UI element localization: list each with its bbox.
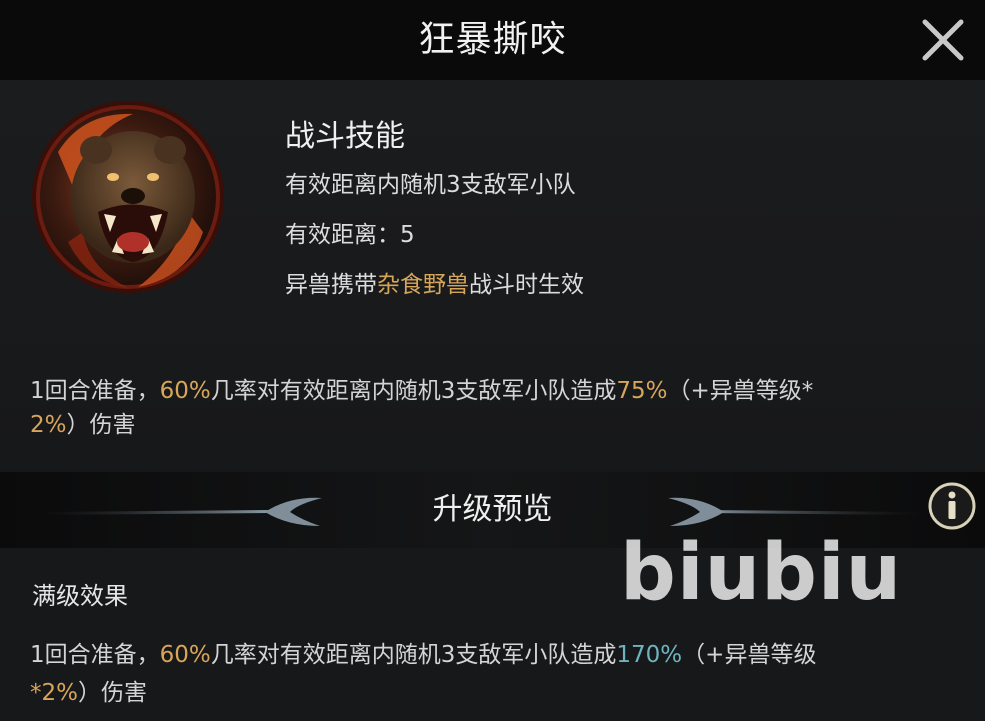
max-effect-damage: 170%: [616, 642, 683, 668]
effect-damage: 75%: [616, 378, 668, 404]
effect-chance: 60%: [159, 378, 211, 404]
bear-icon: [32, 101, 224, 293]
max-level-label: 满级效果: [32, 582, 128, 610]
skill-target: 有效距离内随机3支敌军小队: [285, 172, 576, 198]
effect-text: （+异兽等级: [682, 642, 817, 668]
max-effect-text: 1回合准备，60%几率对有效距离内随机3支敌军小队造成170%（+异兽等级 *2%…: [30, 636, 965, 712]
max-effect-chance: 60%: [159, 642, 211, 668]
effect-text: 1回合准备，: [30, 642, 160, 668]
condition-highlight: 杂食野兽: [377, 272, 469, 298]
condition-suffix: 战斗时生效: [469, 272, 584, 298]
watermark: biubiu: [620, 528, 903, 618]
effect-scale: 2%: [30, 412, 67, 438]
current-effect-text: 1回合准备，60%几率对有效距离内随机3支敌军小队造成75%（+异兽等级* 2%）…: [30, 374, 960, 442]
max-effect-scale: *2%: [30, 680, 78, 706]
condition-prefix: 异兽携带: [285, 272, 377, 298]
effect-text: ）伤害: [66, 412, 136, 438]
skill-range: 有效距离：5: [285, 222, 415, 248]
close-icon[interactable]: [915, 12, 971, 68]
effect-text: （+异兽等级*: [667, 378, 814, 404]
effect-text: 1回合准备，: [30, 378, 160, 404]
skill-condition: 异兽携带杂食野兽战斗时生效: [285, 260, 945, 310]
skill-info: 战斗技能 有效距离内随机3支敌军小队 有效距离：5 异兽携带杂食野兽战斗时生效: [285, 114, 945, 310]
skill-title: 狂暴撕咬: [418, 19, 567, 60]
info-icon[interactable]: [926, 480, 978, 532]
effect-text: ）伤害: [78, 680, 147, 706]
skill-type: 战斗技能: [285, 119, 405, 154]
effect-text: 几率对有效距离内随机3支敌军小队造成: [210, 378, 617, 404]
effect-text: 几率对有效距离内随机3支敌军小队造成: [210, 642, 617, 668]
